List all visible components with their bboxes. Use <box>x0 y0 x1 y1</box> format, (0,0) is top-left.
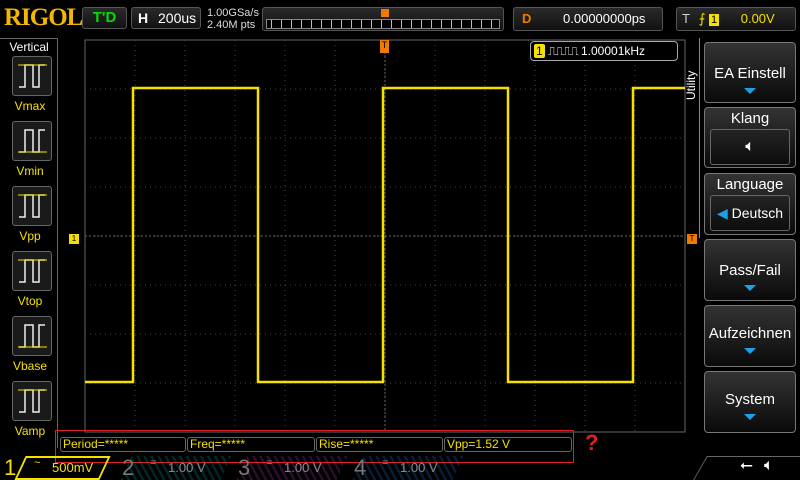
button-label: Aufzeichnen <box>708 325 792 342</box>
klang-button[interactable]: Klang 🔈︎ <box>704 107 796 168</box>
channel-scale: 1.00 V <box>284 460 322 475</box>
speaker-icon: 🔈︎ <box>764 457 774 474</box>
measurement-vpp[interactable]: Vpp=1.52 V <box>444 437 572 452</box>
frequency-counter: 1 ⎍⎍⎍⎍ 1.00001kHz <box>530 41 678 61</box>
button-label: Language <box>716 176 784 193</box>
coupling-icon: = <box>382 457 389 469</box>
right-menu-title: Utility <box>684 70 698 100</box>
channel-scale: 500mV <box>52 460 94 475</box>
measurement-rise[interactable]: Rise=***** <box>316 437 443 452</box>
channel-2-tab[interactable]: 2 = 1.00 V <box>116 456 232 480</box>
language-value-box: ◀ Deutsch <box>710 195 790 231</box>
speaker-icon: 🔈︎ <box>710 129 790 165</box>
help-icon[interactable]: ? <box>585 430 598 456</box>
channel-number: 4 <box>354 455 367 480</box>
counter-value: 1.00001kHz <box>580 44 646 58</box>
ea-einstell-button[interactable]: EA Einstell <box>704 42 796 103</box>
channel-number: 2 <box>122 455 135 480</box>
trigger-time-marker[interactable]: T <box>380 40 389 53</box>
dropdown-arrow-icon <box>744 414 756 420</box>
channel-number: 1 <box>4 455 17 480</box>
dropdown-arrow-icon <box>744 88 756 94</box>
channel-1-offset-marker[interactable]: 1 <box>69 234 79 244</box>
measurement-period[interactable]: Period=***** <box>60 437 186 452</box>
aufzeichnen-button[interactable]: Aufzeichnen <box>704 305 796 367</box>
channel-scale: 1.00 V <box>168 460 206 475</box>
language-value: Deutsch <box>731 205 783 221</box>
channel-4-tab[interactable]: 4 = 1.00 V <box>348 456 464 480</box>
pass-fail-button[interactable]: Pass/Fail <box>704 239 796 301</box>
dropdown-arrow-icon <box>744 348 756 354</box>
coupling-icon: = <box>150 457 157 469</box>
language-button[interactable]: Language ◀ Deutsch <box>704 173 796 235</box>
measurement-freq[interactable]: Freq=***** <box>187 437 315 452</box>
counter-channel: 1 <box>534 44 545 58</box>
waveform-grid[interactable] <box>0 0 800 480</box>
system-button[interactable]: System <box>704 371 796 433</box>
coupling-icon: = <box>266 457 273 469</box>
channel-1-tab[interactable]: 1 ~ 500mV <box>0 456 116 480</box>
channel-scale: 1.00 V <box>400 460 438 475</box>
square-wave-icon: ⎍⎍⎍⎍ <box>548 44 579 58</box>
button-label: Klang <box>730 110 770 127</box>
coupling-icon: ~ <box>34 457 41 469</box>
button-label: EA Einstell <box>714 65 786 82</box>
left-arrow-icon: ◀ <box>716 205 732 221</box>
button-label: System <box>724 391 775 408</box>
channel-number: 3 <box>238 455 251 480</box>
button-label: Pass/Fail <box>719 262 781 279</box>
dropdown-arrow-icon <box>744 285 756 291</box>
channel-3-tab[interactable]: 3 = 1.00 V <box>232 456 348 480</box>
usb-icon: ⭠ <box>740 457 753 474</box>
